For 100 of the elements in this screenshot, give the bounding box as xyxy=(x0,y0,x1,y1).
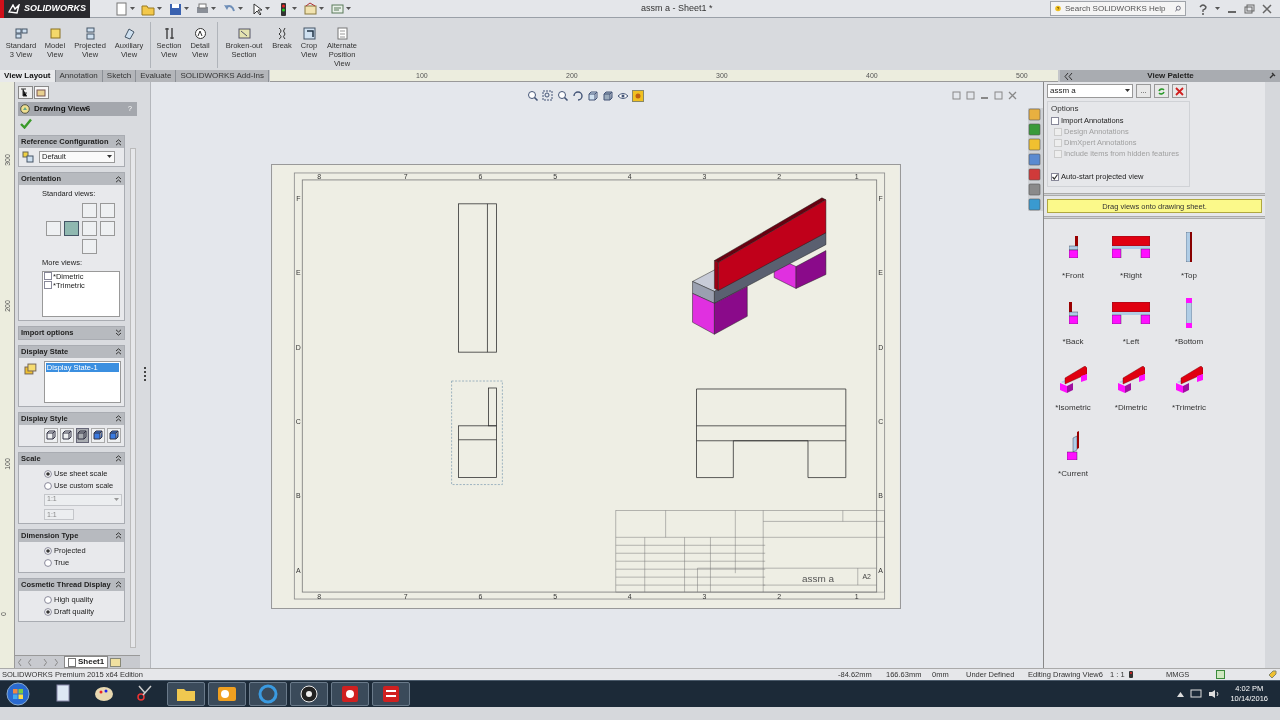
display-style-button[interactable] xyxy=(75,427,90,443)
caret-icon[interactable] xyxy=(1215,6,1220,11)
caret-icon[interactable] xyxy=(265,6,270,11)
detail-view-icon xyxy=(192,26,208,41)
command-tab[interactable]: Evaluate xyxy=(136,70,177,82)
caret-icon[interactable] xyxy=(184,6,189,11)
broken-out-section-icon xyxy=(236,26,252,41)
rotate-icon[interactable] xyxy=(572,90,584,102)
zoom-icon[interactable] xyxy=(527,90,539,102)
cube-icon[interactable] xyxy=(602,90,614,102)
palette-view[interactable]: *Right xyxy=(1102,227,1160,287)
command-tab[interactable]: SOLIDWORKS Add-Ins xyxy=(176,70,269,82)
display-style-button[interactable] xyxy=(91,427,106,443)
view-orientation-button[interactable] xyxy=(64,221,79,237)
collapse-chevron-icon[interactable] xyxy=(115,138,122,146)
collapse-icon[interactable] xyxy=(1064,72,1073,80)
collapse-chevron-icon[interactable] xyxy=(115,581,122,588)
clear-button[interactable] xyxy=(1172,84,1187,98)
print-icon[interactable] xyxy=(195,1,210,16)
palette-view[interactable]: *Dimetric xyxy=(1102,359,1160,419)
command-tab[interactable]: Sketch xyxy=(102,70,137,82)
zoom-icon[interactable] xyxy=(557,90,569,102)
panel-title: View Palette xyxy=(1146,70,1195,82)
cube-icon xyxy=(61,430,72,440)
add-sheet-icon[interactable] xyxy=(110,657,123,667)
palette-view[interactable]: *Front xyxy=(1044,227,1102,287)
palette-view[interactable]: *Current xyxy=(1044,425,1102,485)
app-logo[interactable]: SOLIDWORKS xyxy=(0,0,90,18)
selection-box[interactable] xyxy=(451,380,503,485)
radio-button[interactable] xyxy=(44,558,52,567)
palette-view[interactable]: *Trimetric xyxy=(1160,359,1218,419)
collapse-chevron-icon[interactable] xyxy=(115,175,122,183)
caret-icon xyxy=(114,497,119,502)
command-tab[interactable]: View Layout xyxy=(0,70,56,82)
radio-selected[interactable] xyxy=(44,469,52,478)
collapse-chevron-icon[interactable] xyxy=(115,415,122,422)
help-menu-icon[interactable] xyxy=(1198,2,1208,15)
cube-icon xyxy=(93,430,104,440)
caret-icon[interactable] xyxy=(292,6,297,11)
caret-icon[interactable] xyxy=(157,6,162,11)
ok-checkmark-icon[interactable] xyxy=(20,118,32,129)
part-name: assm a xyxy=(801,573,834,585)
palette-view[interactable]: *Left xyxy=(1102,293,1160,353)
model-thumbnail-drawing xyxy=(1186,232,1192,262)
refresh-button[interactable] xyxy=(1154,84,1169,98)
radio-selected[interactable] xyxy=(44,607,52,616)
close-icon xyxy=(1175,86,1184,96)
volume-icon[interactable] xyxy=(1208,689,1221,699)
radio-button[interactable] xyxy=(44,481,52,490)
restore-icon[interactable] xyxy=(1244,3,1255,14)
source-dropdown[interactable]: assm a xyxy=(1047,84,1133,98)
command-tab[interactable]: Annotation xyxy=(55,70,103,82)
collapse-chevron-icon[interactable] xyxy=(115,348,122,355)
search-icon xyxy=(1175,4,1181,13)
model-view-icon xyxy=(47,26,63,41)
caret-icon[interactable] xyxy=(130,6,135,11)
checkbox[interactable] xyxy=(1051,116,1059,125)
caret-icon[interactable] xyxy=(319,6,324,11)
group-title: Options xyxy=(1051,103,1080,115)
caret-icon[interactable] xyxy=(238,6,243,11)
scrollbar[interactable] xyxy=(130,148,136,648)
drawing-view-icon xyxy=(20,104,30,114)
close-icon[interactable] xyxy=(1008,91,1017,100)
cube-icon xyxy=(45,430,56,440)
zoom-area-icon[interactable] xyxy=(542,90,554,102)
collapse-chevron-icon[interactable] xyxy=(115,532,122,539)
palette-view[interactable]: *Bottom xyxy=(1160,293,1218,353)
save-icon[interactable] xyxy=(168,1,183,16)
palette-view[interactable]: *Back xyxy=(1044,293,1102,353)
expand-chevron-icon[interactable] xyxy=(115,329,122,336)
palette-view[interactable]: *Isometric xyxy=(1044,359,1102,419)
radio-button[interactable] xyxy=(44,595,52,604)
caret-icon[interactable] xyxy=(211,6,216,11)
configuration-icon xyxy=(22,151,34,163)
checkbox-checked[interactable] xyxy=(1051,172,1059,181)
network-icon[interactable] xyxy=(1190,689,1203,699)
logo-icon xyxy=(8,3,20,14)
cube-icon[interactable] xyxy=(587,90,599,102)
caret-icon[interactable] xyxy=(346,6,351,11)
options-icon[interactable] xyxy=(303,1,318,16)
sheet-tab[interactable]: Sheet1 xyxy=(64,656,109,668)
display-style-button[interactable] xyxy=(44,427,58,443)
refresh-icon xyxy=(1157,86,1166,96)
close-icon[interactable] xyxy=(1262,3,1272,14)
search-box[interactable]: Search SOLIDWORKS Help xyxy=(1050,1,1186,16)
rebuild-icon[interactable] xyxy=(1128,670,1134,679)
checkbox[interactable] xyxy=(44,281,52,289)
checkbox[interactable] xyxy=(44,272,52,280)
pin-icon[interactable] xyxy=(1268,72,1276,80)
feature-tree-icon[interactable] xyxy=(18,86,33,99)
radio-selected[interactable] xyxy=(44,546,52,555)
palette-view[interactable]: *Top xyxy=(1160,227,1218,287)
search-field[interactable]: Search SOLIDWORKS Help xyxy=(1065,2,1171,15)
display-style-button[interactable] xyxy=(59,427,74,443)
tray-arrow-icon[interactable] xyxy=(1177,691,1185,697)
start-button[interactable] xyxy=(6,682,30,706)
display-style-button[interactable] xyxy=(107,427,121,443)
eye-icon[interactable] xyxy=(617,90,629,102)
collapse-chevron-icon[interactable] xyxy=(115,455,122,462)
caret-icon xyxy=(1125,89,1130,93)
